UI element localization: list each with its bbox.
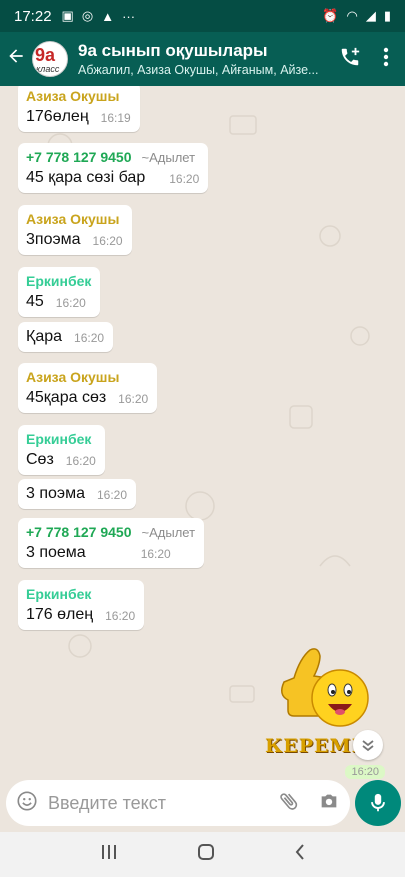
message-alias: ~Адылет bbox=[141, 525, 196, 540]
message-text: Қара bbox=[26, 328, 63, 345]
message-time: 16:20 bbox=[74, 331, 105, 345]
message-bubble[interactable]: Еркинбек Сөз 16:20 bbox=[18, 425, 105, 475]
camera-icon[interactable] bbox=[318, 790, 340, 817]
battery-icon: ▮ bbox=[383, 8, 391, 23]
message-text: 176өлең bbox=[26, 108, 89, 125]
chevron-down-icon bbox=[362, 740, 374, 752]
message-text: 3 поэма bbox=[26, 485, 85, 502]
message-bubble[interactable]: Еркинбек 45 16:20 bbox=[18, 267, 101, 317]
message-text: 45 bbox=[26, 293, 44, 310]
group-members: Абжалил, Азиза Окушы, Айғаным, Айзе... bbox=[78, 63, 319, 77]
message-bubble[interactable]: +7 778 127 9450 ~Адылет 3 поема 16:20 bbox=[18, 518, 205, 568]
message-sender: Азиза Окушы bbox=[26, 88, 120, 104]
message-sender: Еркинбек bbox=[26, 273, 92, 289]
wifi-icon: ◠ bbox=[346, 8, 358, 23]
gallery-icon: ▣ bbox=[61, 8, 74, 23]
avatar-main-text: 9а bbox=[35, 45, 56, 65]
mic-button[interactable] bbox=[355, 780, 401, 826]
message-sender: Азиза Окушы bbox=[26, 211, 120, 227]
message-bubble[interactable]: Еркинбек 176 өлең 16:20 bbox=[18, 580, 145, 630]
message-text: 3поэма bbox=[26, 231, 81, 248]
back-nav-icon[interactable] bbox=[294, 843, 306, 866]
message-time: 16:20 bbox=[118, 392, 149, 406]
message-bubble[interactable]: Азиза Окушы 45қара сөз 16:20 bbox=[18, 363, 158, 413]
chrome-icon: ◎ bbox=[81, 8, 94, 23]
back-arrow-icon[interactable] bbox=[6, 46, 30, 72]
emoji-icon[interactable] bbox=[16, 790, 38, 817]
message-bubble[interactable]: +7 778 127 9450 ~Адылет 45 қара сөзі бар 1… bbox=[18, 143, 209, 193]
message-text: 45қара сөз bbox=[26, 389, 107, 406]
message-alias: ~Адылет bbox=[141, 150, 196, 165]
notification-icons: ▣ ◎ ▲ ··· bbox=[62, 8, 136, 24]
message-text: 45 қара сөзі бар bbox=[26, 169, 146, 186]
message-text: 176 өлең bbox=[26, 606, 94, 623]
thumbs-up-smiley-sticker[interactable] bbox=[268, 640, 378, 740]
group-info[interactable]: 9а сынып оқушылары Абжалил, Азиза Окушы,… bbox=[78, 41, 329, 77]
message-sender: +7 778 127 9450 bbox=[26, 524, 132, 540]
sticker-time: 16:20 bbox=[345, 765, 385, 779]
mic-icon bbox=[371, 793, 385, 812]
scroll-to-bottom-button[interactable] bbox=[353, 730, 383, 760]
group-title: 9а сынып оқушылары bbox=[78, 41, 268, 60]
message-time: 16:20 bbox=[55, 296, 86, 310]
status-bar: 17:22 ▣ ◎ ▲ ··· ⏰ ◠ ◢ ▮ bbox=[0, 0, 405, 32]
recents-icon[interactable] bbox=[100, 844, 118, 865]
message-sender: Еркинбек bbox=[26, 586, 92, 602]
message-time: 16:20 bbox=[105, 609, 136, 623]
message-composer: Введите текст bbox=[6, 780, 350, 826]
message-time: 16:20 bbox=[140, 547, 171, 561]
more-vert-icon[interactable] bbox=[383, 47, 389, 72]
message-bubble[interactable]: 3 поэма 16:20 bbox=[18, 479, 136, 509]
message-sender: +7 778 127 9450 bbox=[26, 149, 132, 165]
home-icon[interactable] bbox=[197, 843, 215, 866]
attach-icon[interactable] bbox=[278, 790, 300, 817]
alarm-icon: ⏰ bbox=[322, 8, 339, 23]
avatar-sub-text: класс bbox=[36, 64, 60, 74]
message-bubble[interactable]: Азиза Окушы 3поэма 16:20 bbox=[18, 205, 132, 255]
system-nav-bar bbox=[0, 832, 405, 877]
more-dots-icon: ··· bbox=[122, 8, 136, 24]
message-input[interactable]: Введите текст bbox=[48, 793, 278, 814]
message-text: Сөз bbox=[26, 451, 54, 468]
message-time: 16:20 bbox=[92, 234, 123, 248]
message-time: 16:20 bbox=[96, 488, 127, 502]
status-time: 17:22 bbox=[14, 7, 52, 25]
message-sender: Азиза Окушы bbox=[26, 369, 120, 385]
message-sender: Еркинбек bbox=[26, 431, 92, 447]
chat-header: 9а класс 9а сынып оқушылары Абжалил, Ази… bbox=[0, 32, 405, 86]
message-bubble[interactable]: Азиза Окушы 176өлең 16:19 bbox=[18, 86, 140, 132]
message-bubble[interactable]: Қара 16:20 bbox=[18, 322, 114, 352]
group-avatar[interactable]: 9а класс bbox=[32, 41, 68, 77]
message-time: 16:20 bbox=[65, 454, 96, 468]
message-time: 16:19 bbox=[100, 111, 131, 125]
message-time: 16:20 bbox=[169, 172, 200, 186]
add-call-icon[interactable] bbox=[339, 46, 361, 73]
signal-icon: ◢ bbox=[365, 8, 376, 23]
message-text: 3 поема bbox=[26, 544, 86, 561]
warning-icon: ▲ bbox=[101, 8, 115, 24]
